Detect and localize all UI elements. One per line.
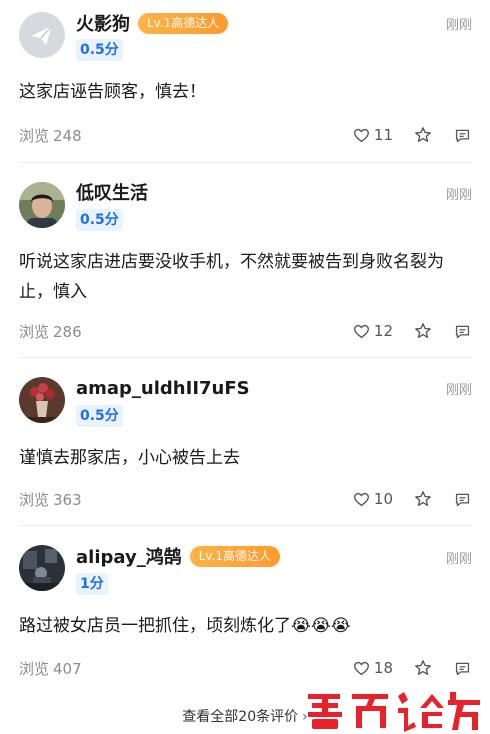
review-text: 谨慎去那家店，小心被告上去 — [19, 448, 240, 468]
dark-scene-photo — [19, 545, 65, 591]
comment-icon — [455, 129, 469, 142]
divider — [19, 525, 472, 526]
heart-icon — [353, 128, 369, 142]
avatar[interactable] — [19, 545, 65, 591]
name-row: 低叹生活 — [76, 180, 148, 204]
divider — [19, 357, 472, 358]
like-count: 11 — [373, 126, 393, 144]
divider — [19, 162, 472, 163]
review-footer: 浏览 248 11 — [19, 123, 472, 147]
rating-score: 0.5分 — [76, 405, 123, 427]
username[interactable]: 火影狗 — [76, 10, 130, 36]
favorite-button[interactable] — [413, 658, 433, 678]
view-count: 浏览 407 — [19, 659, 82, 678]
like-button[interactable]: 11 — [353, 126, 393, 144]
post-time: 刚刚 — [445, 188, 472, 203]
review-actions: 10 — [353, 489, 472, 509]
view-count: 浏览 248 — [19, 126, 82, 145]
like-count: 10 — [373, 490, 393, 508]
favorite-button[interactable] — [413, 489, 433, 509]
heart-icon — [353, 492, 369, 506]
like-button[interactable]: 10 — [353, 490, 393, 508]
rating-score: 0.5分 — [76, 39, 123, 61]
review-footer: 浏览 363 10 — [19, 487, 472, 511]
username[interactable]: 低叹生活 — [76, 179, 148, 205]
level-badge: Lv.1高德达人 — [138, 12, 229, 34]
comment-button[interactable] — [452, 125, 472, 145]
watermark-logo — [302, 686, 484, 732]
post-time: 刚刚 — [445, 18, 472, 33]
username[interactable]: alipay_鸿鹄 — [76, 543, 182, 569]
review-footer: 浏览 407 18 — [19, 656, 472, 680]
comment-icon — [455, 493, 469, 506]
avatar[interactable] — [19, 377, 65, 423]
heart-icon — [353, 661, 369, 675]
comment-button[interactable] — [452, 658, 472, 678]
post-time: 刚刚 — [445, 383, 472, 398]
flower-photo — [19, 377, 65, 423]
name-row: 火影狗 Lv.1高德达人 — [76, 10, 229, 36]
like-count: 12 — [373, 322, 393, 340]
star-icon — [415, 491, 431, 506]
review-actions: 12 — [353, 321, 472, 341]
rating-score: 0.5分 — [76, 209, 123, 231]
like-button[interactable]: 18 — [353, 659, 393, 677]
review-footer: 浏览 286 12 — [19, 319, 472, 343]
like-count: 18 — [373, 659, 393, 677]
favorite-button[interactable] — [413, 321, 433, 341]
review-actions: 18 — [353, 658, 472, 678]
like-button[interactable]: 12 — [353, 322, 393, 340]
person-photo — [19, 182, 65, 228]
comment-button[interactable] — [452, 321, 472, 341]
comment-button[interactable] — [452, 489, 472, 509]
heart-icon — [353, 324, 369, 338]
comment-icon — [455, 662, 469, 675]
star-icon — [415, 127, 431, 142]
post-time: 刚刚 — [445, 552, 472, 567]
review-text: 听说这家店进店要没收手机，不然就要被告到身败名裂为止，慎入 — [19, 252, 444, 302]
review-text: 这家店诬告顾客，慎去！ — [19, 82, 206, 102]
comment-icon — [455, 325, 469, 338]
favorite-button[interactable] — [413, 125, 433, 145]
view-count: 浏览 363 — [19, 490, 82, 509]
avatar[interactable] — [19, 182, 65, 228]
name-row: alipay_鸿鹄 Lv.1高德达人 — [76, 543, 281, 569]
username[interactable]: amap_uldhII7uFS — [76, 378, 250, 399]
star-icon — [415, 323, 431, 338]
name-row: amap_uldhII7uFS — [76, 376, 250, 400]
star-icon — [415, 660, 431, 675]
avatar[interactable] — [19, 12, 65, 58]
view-count: 浏览 286 — [19, 322, 82, 341]
review-text: 路过被女店员一把抓住，顷刻炼化了😭😭😭 — [19, 616, 351, 636]
level-badge: Lv.1高德达人 — [189, 545, 281, 567]
rating-score: 1分 — [76, 573, 108, 595]
review-actions: 11 — [353, 125, 472, 145]
paper-plane-icon — [19, 12, 65, 58]
